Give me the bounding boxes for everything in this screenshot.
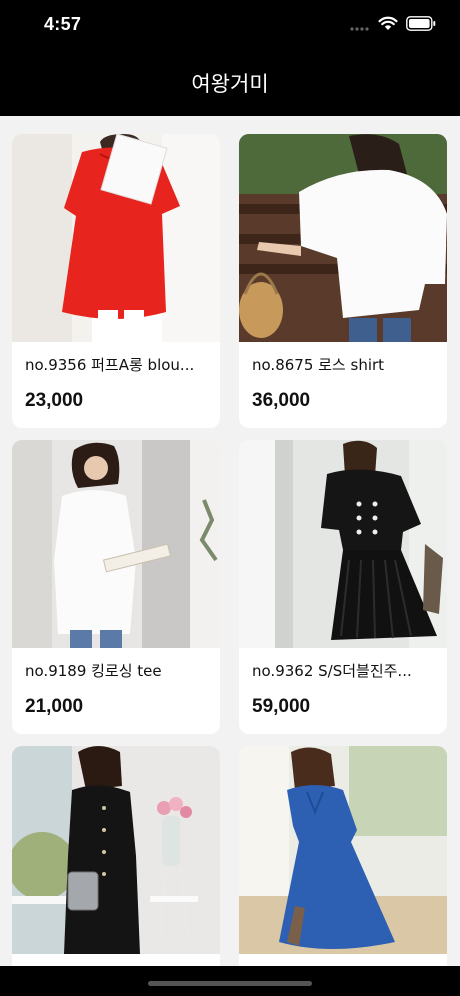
signal-icon [350,16,370,35]
model-white-tee-photo [12,440,220,648]
product-name: no.9362 S/S더블진주... [252,662,412,680]
model-white-shirt-photo [239,134,447,342]
product-price: 23,000 [25,390,84,411]
product-name: no.8675 로스 shirt [252,356,385,374]
status-icons [350,16,436,35]
product-price: 59,000 [252,696,311,717]
product-price: 21,000 [25,696,84,717]
product-price: 36,000 [252,390,311,411]
home-bar [0,966,460,996]
product-card[interactable]: no.9189 킹로싱 tee 21,000 [12,440,220,734]
product-name: no.9356 퍼프A롱 blou... [25,356,195,374]
model-red-blouse-photo [12,134,220,342]
model-black-dress-photo [239,440,447,648]
model-blue-dress-photo [239,746,447,954]
page-title: 여왕거미 [191,72,269,96]
product-card[interactable]: no.9362 S/S더블진주... 59,000 [239,440,447,734]
product-name: no.9189 킹로싱 tee [25,662,162,680]
product-card[interactable]: no.9356 퍼프A롱 blou... 23,000 [12,134,220,428]
battery-icon [406,16,436,35]
product-card[interactable] [239,746,447,966]
wifi-icon [378,16,398,35]
model-black-shirt-dress-photo [12,746,220,954]
product-card[interactable] [12,746,220,966]
product-card[interactable]: no.8675 로스 shirt 36,000 [239,134,447,428]
nav-bar: 여왕거미 [0,50,460,116]
home-indicator[interactable] [148,981,312,986]
status-bar: 4:57 [0,0,460,50]
status-time: 4:57 [44,14,82,34]
product-grid[interactable]: no.9356 퍼프A롱 blou... 23,000 no.8675 로스 s… [0,116,460,966]
